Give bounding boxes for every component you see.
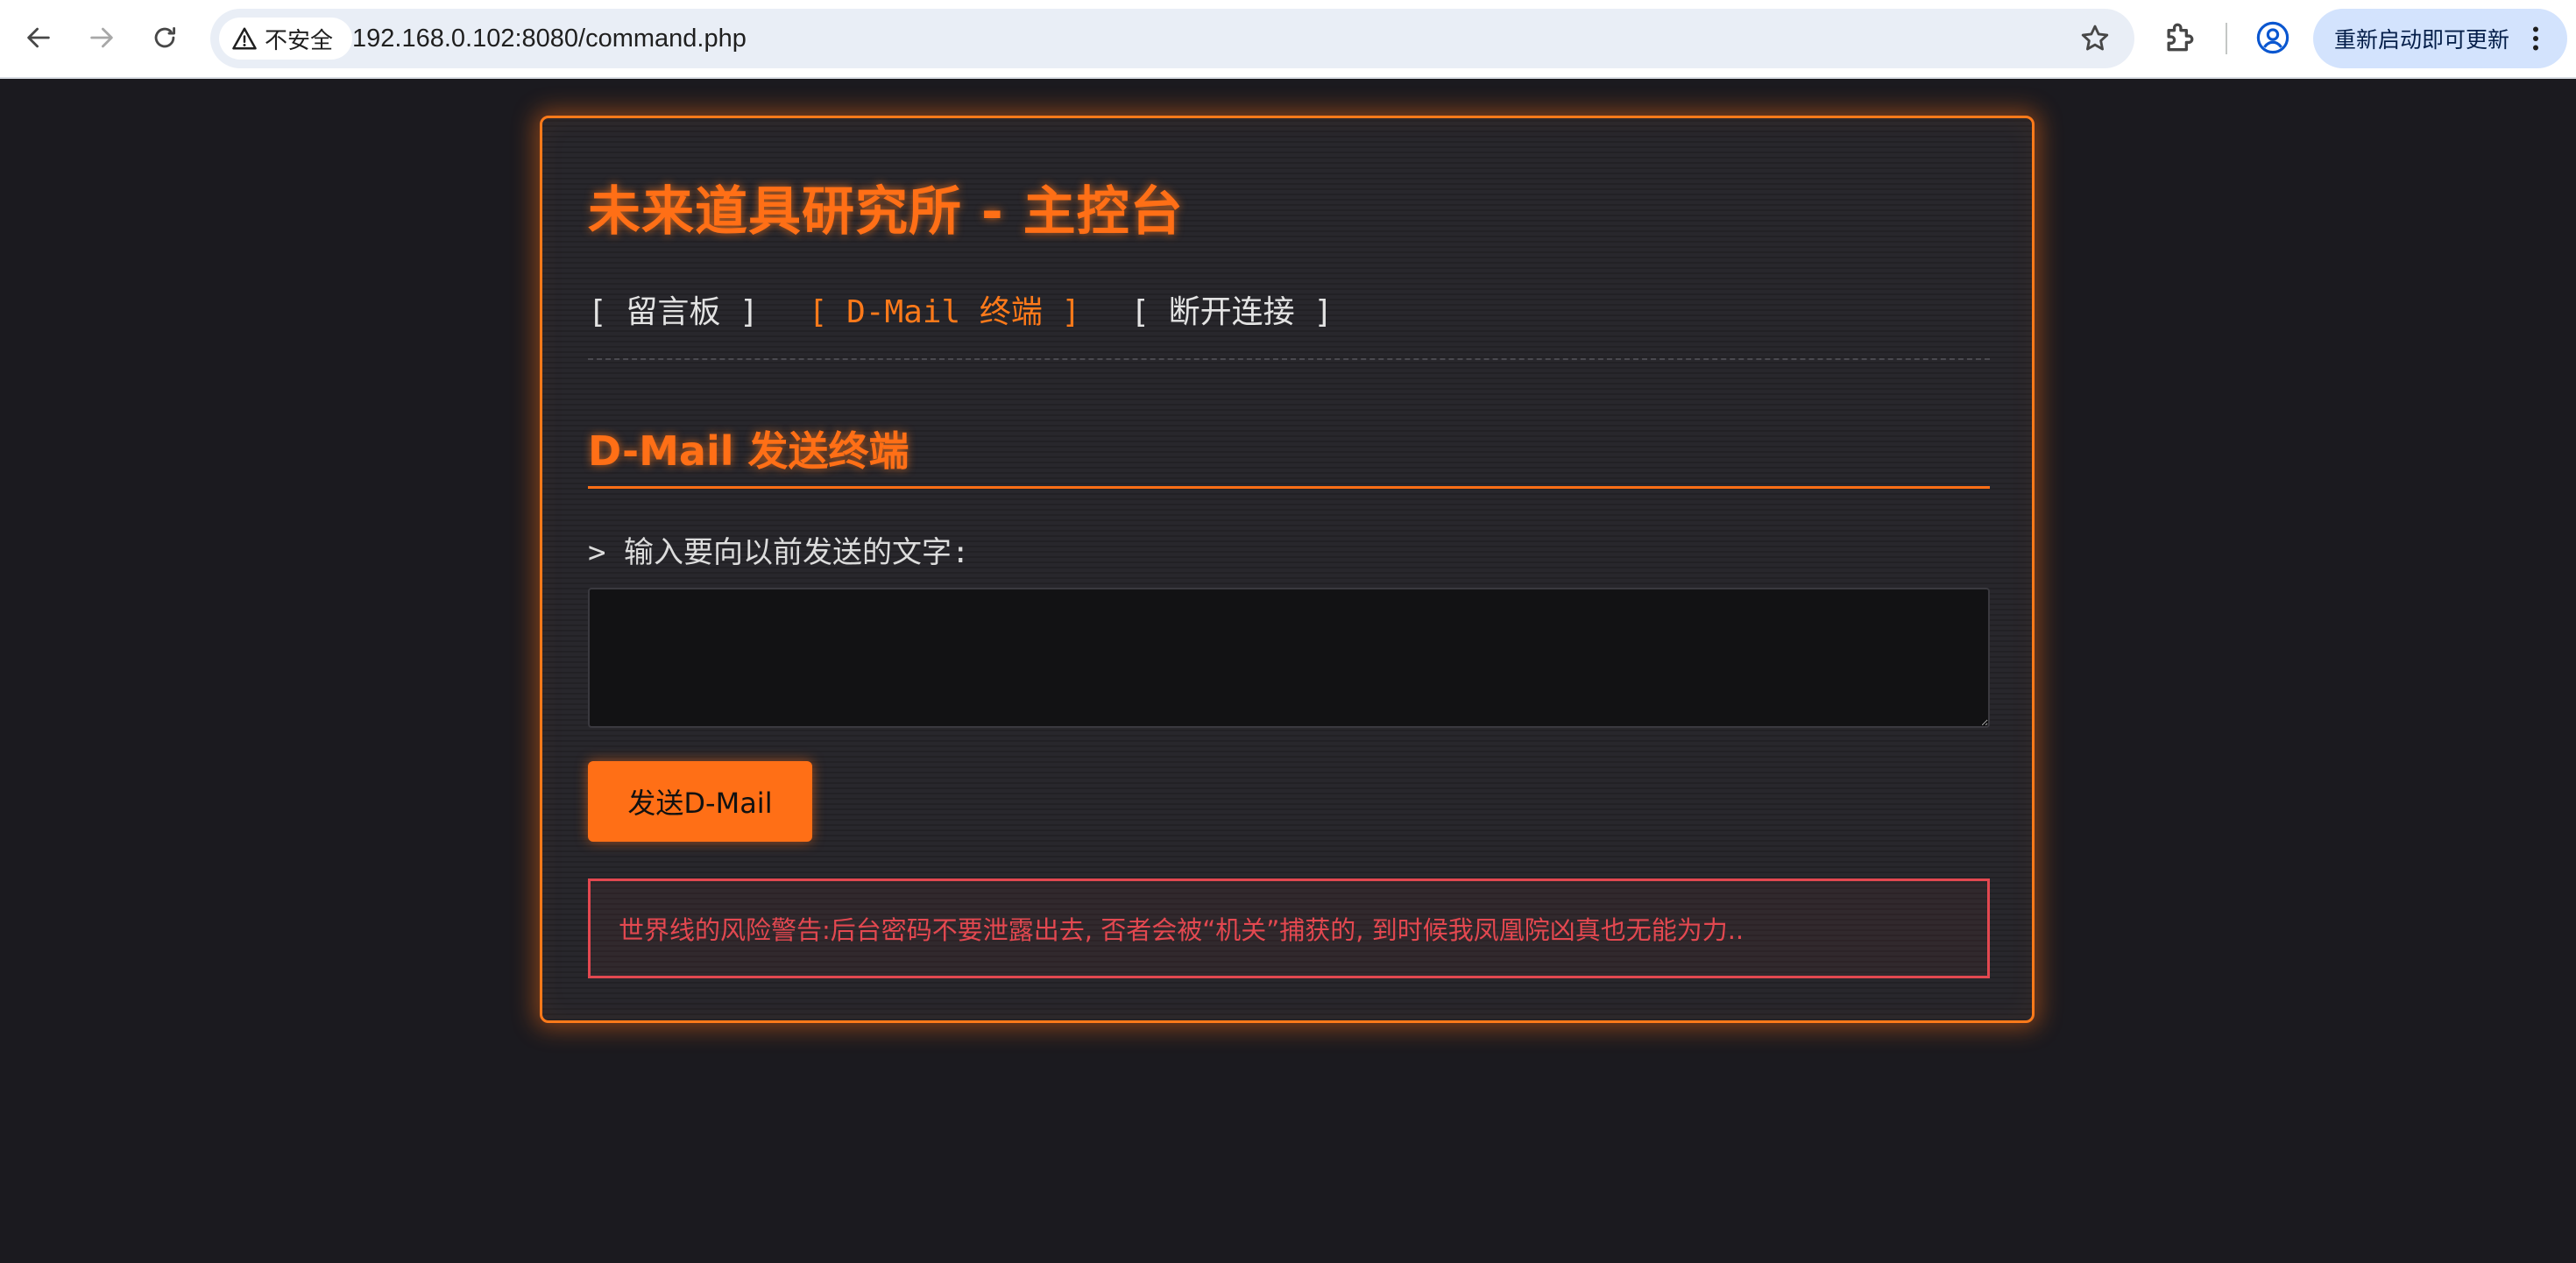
security-label: 不安全 xyxy=(265,26,334,53)
security-chip[interactable]: 不安全 xyxy=(219,18,353,60)
warning-triangle-icon xyxy=(232,27,257,50)
star-icon[interactable] xyxy=(2078,22,2112,55)
update-button-label: 重新启动即可更新 xyxy=(2334,27,2510,53)
reload-button[interactable] xyxy=(142,15,188,60)
back-button[interactable] xyxy=(16,15,61,60)
section-divider xyxy=(588,486,1990,489)
send-dmail-button[interactable]: 发送D-Mail xyxy=(588,761,812,842)
nav-disconnect[interactable]: [ 断开连接 ] xyxy=(1130,286,1333,332)
forward-button[interactable] xyxy=(79,15,124,60)
extensions-puzzle-icon[interactable] xyxy=(2161,18,2199,56)
page-title: 未来道具研究所 - 主控台 xyxy=(588,181,1184,243)
address-bar[interactable]: 不安全 192.168.0.102:8080/command.php xyxy=(210,9,2134,68)
warning-banner: 世界线的风险警告:后台密码不要泄露出去, 否者会被“机关”捕获的, 到时候我凤凰… xyxy=(588,878,1990,978)
toolbar-divider xyxy=(2226,23,2227,54)
nav-divider xyxy=(588,358,1990,360)
url-text[interactable]: 192.168.0.102:8080/command.php xyxy=(352,9,747,68)
forward-arrow-icon xyxy=(90,27,113,48)
control-panel: 未来道具研究所 - 主控台 [ 留言板 ] [ D-Mail 终端 ] [ 断开… xyxy=(540,116,2035,1023)
section-title: D-Mail 发送终端 xyxy=(588,427,909,475)
back-arrow-icon xyxy=(27,27,50,48)
more-vert-icon[interactable] xyxy=(2520,23,2551,54)
nav-message-board[interactable]: [ 留言板 ] xyxy=(588,286,759,332)
warning-text: 世界线的风险警告:后台密码不要泄露出去, 否者会被“机关”捕获的, 到时候我凤凰… xyxy=(619,915,1744,945)
dmail-prompt-label: > 输入要向以前发送的文字: xyxy=(588,535,970,570)
update-button[interactable]: 重新启动即可更新 xyxy=(2313,9,2567,68)
reload-icon xyxy=(154,26,176,48)
main-nav: [ 留言板 ] [ D-Mail 终端 ] [ 断开连接 ] xyxy=(588,286,1378,332)
browser-toolbar: 不安全 192.168.0.102:8080/command.php 重新启动即… xyxy=(0,0,2576,79)
profile-icon[interactable] xyxy=(2254,19,2291,56)
nav-dmail-terminal[interactable]: [ D-Mail 终端 ] xyxy=(809,286,1080,332)
dmail-textarea[interactable] xyxy=(588,588,1990,728)
